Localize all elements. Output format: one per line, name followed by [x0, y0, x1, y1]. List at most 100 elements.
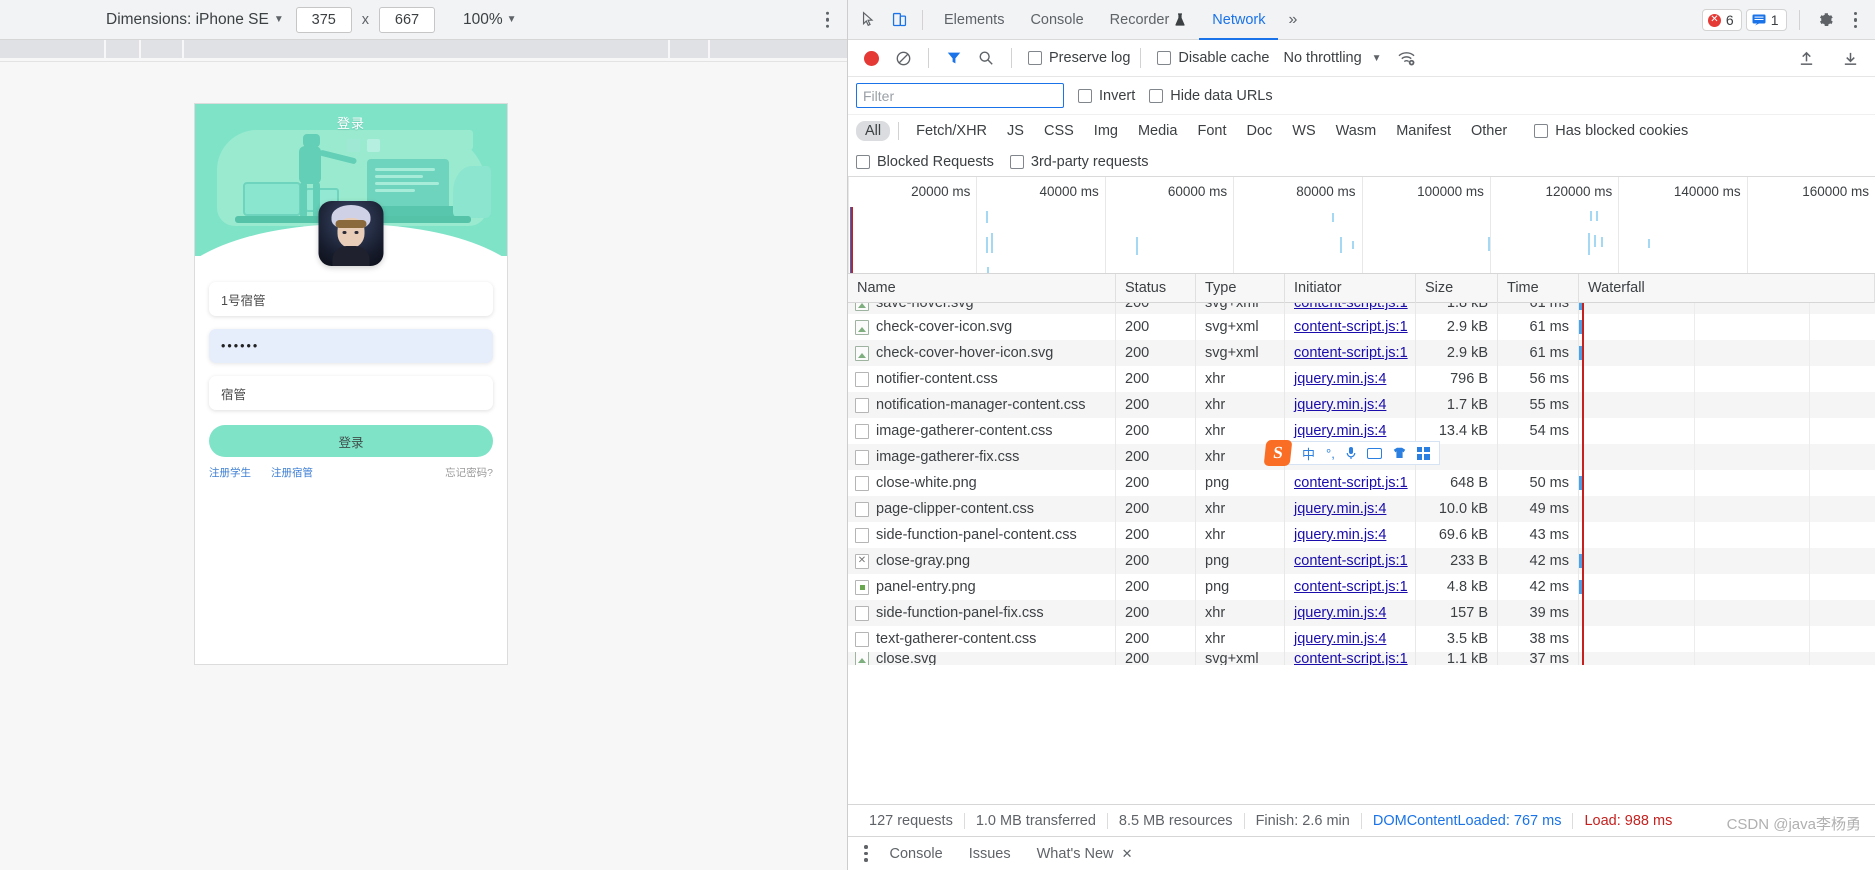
request-initiator[interactable]: jquery.min.js:4	[1294, 501, 1386, 517]
type-filter-all[interactable]: All	[856, 121, 891, 141]
register-student-link[interactable]: 注册学生	[209, 465, 251, 480]
tab-elements[interactable]: Elements	[931, 0, 1017, 40]
upload-arrow-icon[interactable]	[1791, 43, 1821, 73]
type-filter-css[interactable]: CSS	[1035, 121, 1083, 141]
apps-icon[interactable]	[1416, 446, 1430, 460]
preserve-log-checkbox[interactable]: Preserve log	[1028, 50, 1130, 66]
invert-checkbox[interactable]: Invert	[1078, 88, 1135, 104]
column-header-size[interactable]: Size	[1416, 274, 1498, 303]
request-initiator[interactable]: content-script.js:1	[1294, 319, 1408, 335]
type-filter-media[interactable]: Media	[1129, 121, 1187, 141]
register-warden-link[interactable]: 注册宿管	[271, 465, 313, 480]
type-filter-font[interactable]: Font	[1188, 121, 1235, 141]
table-row[interactable]: notifier-content.css 200 xhr jquery.min.…	[848, 366, 1875, 392]
clear-no-entry-icon[interactable]	[888, 43, 918, 73]
request-initiator[interactable]: content-script.js:1	[1294, 475, 1408, 491]
gear-icon[interactable]	[1812, 5, 1842, 35]
ime-chinese-mode-icon[interactable]: 中	[1302, 444, 1315, 463]
download-arrow-icon[interactable]	[1835, 43, 1865, 73]
table-row[interactable]: side-function-panel-content.css 200 xhr …	[848, 522, 1875, 548]
column-header-name[interactable]: Name	[848, 274, 1116, 303]
type-filter-fetch-xhr[interactable]: Fetch/XHR	[907, 121, 996, 141]
table-row[interactable]: text-gatherer-content.css 200 xhr jquery…	[848, 626, 1875, 652]
drawer-tab-issues[interactable]: Issues	[957, 837, 1023, 870]
funnel-filter-icon[interactable]	[939, 43, 969, 73]
request-size: 4.8 kB	[1416, 574, 1498, 600]
request-initiator[interactable]: jquery.min.js:4	[1294, 605, 1386, 621]
table-row[interactable]: check-cover-hover-icon.svg 200 svg+xml c…	[848, 340, 1875, 366]
forgot-password-link[interactable]: 忘记密码?	[445, 465, 493, 480]
table-row[interactable]: close-gray.png 200 png content-script.js…	[848, 548, 1875, 574]
role-input[interactable]: 宿管	[209, 376, 493, 410]
request-initiator[interactable]: content-script.js:1	[1294, 303, 1408, 311]
table-row[interactable]: panel-entry.png 200 png content-script.j…	[848, 574, 1875, 600]
request-initiator[interactable]: jquery.min.js:4	[1294, 423, 1386, 439]
table-row[interactable]: save-hover.svg 200 svg+xml content-scrip…	[848, 303, 1875, 314]
column-header-waterfall[interactable]: Waterfall	[1579, 274, 1875, 303]
table-row[interactable]: close-white.png 200 png content-script.j…	[848, 470, 1875, 496]
device-zoom-select[interactable]: 100% ▼	[463, 11, 517, 29]
error-count-badge[interactable]: ✕ 6	[1701, 9, 1742, 31]
device-toolbar-icon[interactable]	[884, 5, 914, 35]
table-row[interactable]: notification-manager-content.css 200 xhr…	[848, 392, 1875, 418]
device-dimensions-select[interactable]: Dimensions: iPhone SE ▼	[106, 11, 284, 29]
type-filter-manifest[interactable]: Manifest	[1387, 121, 1460, 141]
column-header-initiator[interactable]: Initiator	[1285, 274, 1416, 303]
request-initiator[interactable]: content-script.js:1	[1294, 579, 1408, 595]
request-initiator[interactable]: jquery.min.js:4	[1294, 371, 1386, 387]
tab-network[interactable]: Network	[1199, 0, 1278, 40]
type-filter-wasm[interactable]: Wasm	[1327, 121, 1386, 141]
request-initiator[interactable]: jquery.min.js:4	[1294, 527, 1386, 543]
request-initiator[interactable]: content-script.js:1	[1294, 345, 1408, 361]
chevron-double-right-icon[interactable]: »	[1278, 11, 1307, 29]
device-height-input[interactable]	[379, 6, 435, 33]
tab-console[interactable]: Console	[1017, 0, 1096, 40]
network-overview-timeline[interactable]: 20000 ms 40000 ms 60000 ms 80000 ms 1000…	[848, 177, 1875, 274]
wifi-settings-icon[interactable]	[1392, 43, 1422, 73]
skin-icon[interactable]	[1393, 447, 1406, 459]
disable-cache-checkbox[interactable]: Disable cache	[1157, 50, 1269, 66]
drawer-tab-whats-new[interactable]: What's New ✕	[1025, 837, 1145, 870]
request-initiator[interactable]: jquery.min.js:4	[1294, 631, 1386, 647]
ime-punctuation-icon[interactable]: °,	[1326, 446, 1335, 461]
request-rows[interactable]: save-hover.svg 200 svg+xml content-scrip…	[848, 303, 1875, 804]
table-row[interactable]: side-function-panel-fix.css 200 xhr jque…	[848, 600, 1875, 626]
filter-input[interactable]	[856, 83, 1064, 108]
inspect-element-icon[interactable]	[854, 5, 884, 35]
devtools-main-menu-button[interactable]	[1846, 11, 1866, 29]
column-header-type[interactable]: Type	[1196, 274, 1285, 303]
message-count-badge[interactable]: 1	[1745, 9, 1787, 31]
login-button[interactable]: 登录	[209, 425, 493, 457]
request-initiator[interactable]: content-script.js:1	[1294, 652, 1408, 665]
type-filter-img[interactable]: Img	[1085, 121, 1127, 141]
throttling-select[interactable]: No throttling ▼	[1283, 50, 1381, 66]
device-width-input[interactable]	[295, 6, 352, 33]
drawer-menu-button[interactable]	[856, 845, 876, 862]
has-blocked-cookies-checkbox[interactable]: Has blocked cookies	[1534, 123, 1688, 139]
tab-recorder[interactable]: Recorder	[1097, 0, 1200, 40]
request-initiator[interactable]: content-script.js:1	[1294, 553, 1408, 569]
type-filter-ws[interactable]: WS	[1283, 121, 1324, 141]
magnifier-search-icon[interactable]	[971, 43, 1001, 73]
mic-icon[interactable]	[1346, 446, 1356, 460]
hide-data-urls-checkbox[interactable]: Hide data URLs	[1149, 88, 1273, 104]
record-button-icon[interactable]	[856, 43, 886, 73]
request-initiator[interactable]: jquery.min.js:4	[1294, 397, 1386, 413]
type-filter-js[interactable]: JS	[998, 121, 1033, 141]
username-input[interactable]: 1号宿管	[209, 282, 493, 316]
column-header-status[interactable]: Status	[1116, 274, 1196, 303]
table-row[interactable]: check-cover-icon.svg 200 svg+xml content…	[848, 314, 1875, 340]
type-filter-other[interactable]: Other	[1462, 121, 1516, 141]
drawer-tab-console[interactable]: Console	[878, 837, 955, 870]
keyboard-icon[interactable]	[1366, 447, 1382, 459]
type-filter-doc[interactable]: Doc	[1237, 121, 1281, 141]
ime-floating-bar[interactable]: S 中 °,	[1263, 440, 1440, 466]
close-x-icon[interactable]: ✕	[1122, 846, 1133, 861]
table-row[interactable]: page-clipper-content.css 200 xhr jquery.…	[848, 496, 1875, 522]
table-row[interactable]: close.svg 200 svg+xml content-script.js:…	[848, 652, 1875, 665]
password-input[interactable]: ••••••	[209, 329, 493, 363]
device-toolbar-menu-button[interactable]	[825, 11, 829, 28]
column-header-time[interactable]: Time	[1498, 274, 1579, 303]
third-party-requests-checkbox[interactable]: 3rd-party requests	[1009, 154, 1149, 170]
blocked-requests-checkbox[interactable]: Blocked Requests	[856, 154, 994, 170]
